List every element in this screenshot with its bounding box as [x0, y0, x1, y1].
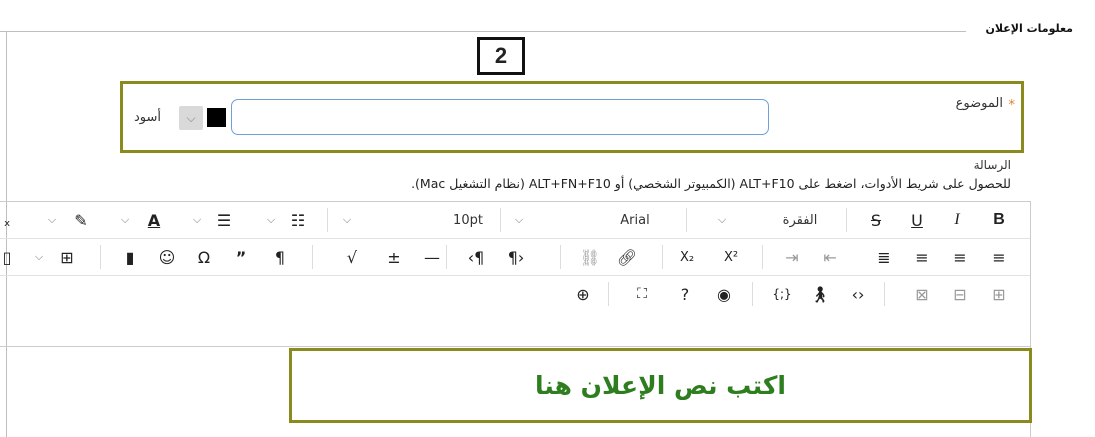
underline-button[interactable]: U [905, 208, 929, 232]
toolbar-divider [608, 282, 609, 306]
toolbar-row-2: ≡ ≡ ≡ ≣ ⇤ ⇥ X² X₂ 🔗︎ ⛓︎ ¶› ‹¶ — ± √ ¶ ” … [0, 239, 1030, 275]
chevron-down-icon[interactable]: ⌵ [264, 208, 278, 232]
align-left-icon[interactable]: ≡ [987, 245, 1011, 269]
paragraph-format-select[interactable]: الفقرة [770, 208, 830, 232]
chevron-down-icon[interactable]: ⌵ [340, 208, 354, 232]
toolbar-divider [686, 208, 687, 232]
font-size-select[interactable]: 10pt [448, 208, 488, 232]
italic-button[interactable]: I [945, 208, 969, 232]
toolbar-divider [446, 245, 447, 269]
message-label: الرسالة [973, 158, 1011, 172]
chevron-down-icon[interactable]: ⌵ [118, 208, 132, 232]
section-divider [0, 31, 966, 32]
chevron-down-icon[interactable]: ⌵ [32, 245, 46, 269]
omega-special-char-icon[interactable]: Ω [192, 245, 216, 269]
align-right-icon[interactable]: ≡ [910, 245, 934, 269]
emoji-icon[interactable]: ☺ [155, 245, 179, 269]
preview-eye-icon[interactable]: ◉ [712, 282, 736, 306]
rtl-direction-icon[interactable]: ‹¶ [464, 245, 488, 269]
chevron-down-icon[interactable]: ⌵ [190, 208, 204, 232]
editor-annotation-text[interactable]: اكتب نص الإعلان هنا [289, 348, 1032, 423]
color-dropdown-button[interactable]: ⌵ [179, 106, 203, 130]
subject-input[interactable] [231, 99, 769, 135]
math-root-icon[interactable]: √ [340, 245, 364, 269]
section-legend: معلومات الإعلان [985, 22, 1073, 35]
toolbar-divider [312, 245, 313, 269]
toolbar-divider [662, 245, 663, 269]
outdent-icon[interactable]: ⇤ [818, 245, 842, 269]
paragraph-mark-icon[interactable]: ¶ [268, 245, 292, 269]
toolbar-divider [500, 208, 501, 232]
bookmark-icon[interactable]: ▮ [118, 245, 142, 269]
highlight-color-icon[interactable]: ✎ [69, 208, 93, 232]
superscript-button[interactable]: X² [718, 245, 744, 269]
editor-toolbar: B I U S الفقرة ⌵ Arial ⌵ 10pt ⌵ ☷ ⌵ ☰ ⌵ … [0, 201, 1030, 347]
text-color-button[interactable]: A [142, 208, 166, 232]
insert-plus-minus-icon[interactable]: ± [382, 245, 406, 269]
link-icon[interactable]: 🔗︎ [615, 245, 639, 269]
table-insert-icon[interactable]: ⊞ [987, 282, 1011, 306]
toolbar-divider [327, 208, 328, 232]
horizontal-line-icon[interactable]: — [420, 245, 444, 269]
media-icon[interactable]: ▯ [0, 245, 14, 269]
align-justify-icon[interactable]: ≣ [872, 245, 896, 269]
table-cell-icon[interactable]: ⊟ [948, 282, 972, 306]
step-marker: 2 [477, 37, 525, 75]
subscript-button[interactable]: X₂ [674, 245, 700, 269]
font-family-select[interactable]: Arial [610, 208, 660, 232]
numbered-list-icon[interactable]: ☷ [286, 208, 310, 232]
accessibility-icon[interactable]: 🚶︎ [808, 282, 832, 306]
align-center-icon[interactable]: ≡ [948, 245, 972, 269]
color-name: أسود [134, 110, 162, 125]
required-indicator: * [1008, 98, 1016, 113]
subject-label: الموضوع [955, 96, 1003, 111]
toolbar-row-1: B I U S الفقرة ⌵ Arial ⌵ 10pt ⌵ ☷ ⌵ ☰ ⌵ … [0, 202, 1030, 238]
toolbar-divider [884, 282, 885, 306]
toolbar-divider [762, 245, 763, 269]
clear-format-icon[interactable]: ₓ [0, 208, 14, 232]
unlink-icon[interactable]: ⛓︎ [578, 245, 602, 269]
fullscreen-icon[interactable]: ⛶ [630, 282, 654, 306]
bullet-list-icon[interactable]: ☰ [212, 208, 236, 232]
strikethrough-button[interactable]: S [864, 208, 888, 232]
bold-button[interactable]: B [987, 208, 1011, 232]
chevron-down-icon[interactable]: ⌵ [45, 208, 59, 232]
chevron-down-icon[interactable]: ⌵ [715, 208, 729, 232]
toolbar-divider [846, 208, 847, 232]
toolbar-divider [752, 282, 753, 306]
chevron-down-icon: ⌵ [186, 110, 196, 125]
indent-icon[interactable]: ⇥ [780, 245, 804, 269]
chevron-down-icon[interactable]: ⌵ [512, 208, 526, 232]
table-delete-icon[interactable]: ⊠ [910, 282, 934, 306]
source-code-icon[interactable]: ‹› [846, 282, 870, 306]
quote-icon[interactable]: ” [229, 245, 253, 269]
toolbar-hint: للحصول على شريط الأدوات، اضغط على ALT+F1… [411, 176, 1011, 191]
add-content-icon[interactable]: ⊕ [571, 282, 595, 306]
toolbar-row-3: ⊞ ⊟ ⊠ ‹› 🚶︎ {;} ◉ ? ⛶ ⊕ [0, 276, 1030, 312]
color-swatch[interactable] [207, 108, 226, 127]
table-icon[interactable]: ⊞ [55, 245, 79, 269]
ltr-direction-icon[interactable]: ¶› [504, 245, 528, 269]
toolbar-divider [100, 245, 101, 269]
help-icon[interactable]: ? [673, 282, 697, 306]
template-variable-icon[interactable]: {;} [770, 282, 794, 306]
toolbar-divider [560, 245, 561, 269]
